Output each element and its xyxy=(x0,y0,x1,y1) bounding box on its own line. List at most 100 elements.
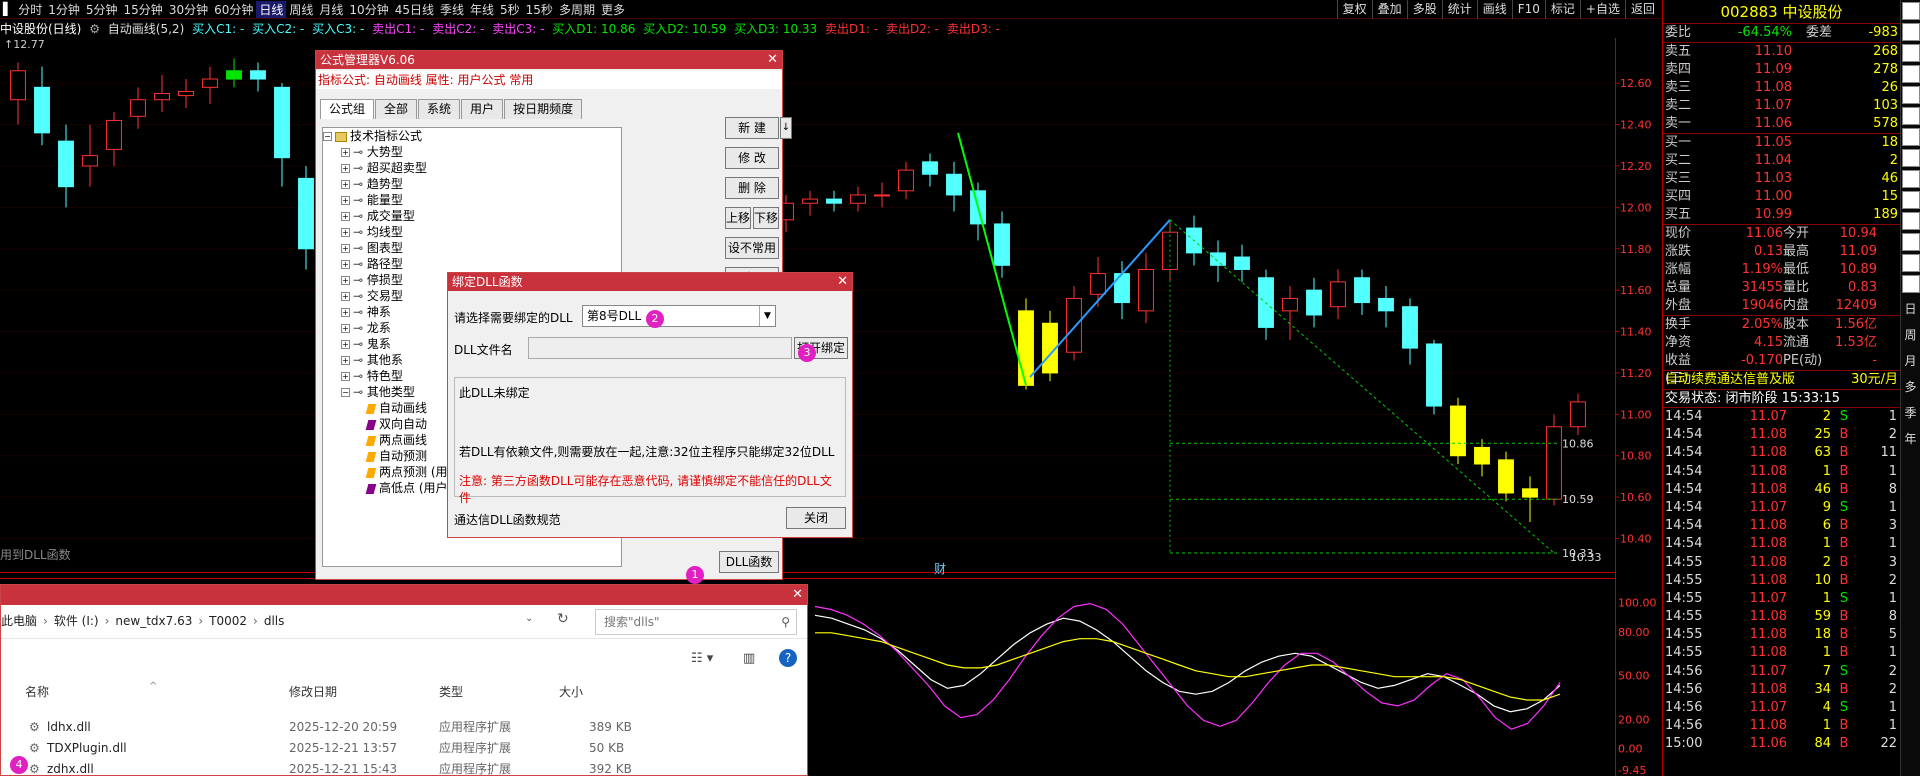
column-header[interactable]: 修改日期 xyxy=(289,683,337,700)
file-row[interactable]: ⚙ zdhx.dll 2025-12-21 15:43 应用程序扩展 392 KB xyxy=(1,759,809,776)
search-input[interactable]: 搜索"dlls" ⚲ xyxy=(595,609,797,635)
file-row[interactable]: ⚙ ldhx.dll 2025-12-20 20:59 应用程序扩展 389 KB xyxy=(1,717,809,738)
formula-tab[interactable]: 系统 xyxy=(418,99,461,119)
breadcrumb-item[interactable]: new_tdx7.63 xyxy=(115,614,192,628)
side-period[interactable]: 周 xyxy=(1901,322,1920,348)
tree-group[interactable]: + ⊸ 能量型 xyxy=(323,192,621,208)
tool-button[interactable]: 叠加 xyxy=(1371,0,1407,19)
side-period[interactable]: 季 xyxy=(1901,400,1920,426)
period-tab[interactable]: 1分钟 xyxy=(45,1,83,18)
period-tab[interactable]: 月线 xyxy=(316,1,346,18)
side-tool-icon[interactable] xyxy=(1902,191,1920,209)
breadcrumb-item[interactable]: dlls xyxy=(264,614,285,628)
period-tab[interactable]: 30分钟 xyxy=(166,1,211,18)
promo-text[interactable]: 自动续费通达信普及版 xyxy=(1665,371,1851,389)
finance-marker[interactable]: 财 xyxy=(934,560,946,577)
column-header[interactable]: 大小 xyxy=(559,683,583,700)
breadcrumb-item[interactable]: T0002 xyxy=(209,614,247,628)
period-tab[interactable]: 日线 xyxy=(256,0,287,18)
promo-row[interactable]: 自动续费通达信普及版 30元/月 xyxy=(1663,371,1900,389)
side-tool-icon[interactable] xyxy=(1902,86,1920,104)
close-icon[interactable]: ✕ xyxy=(837,273,848,291)
dropdown-arrow-button[interactable]: ↓ xyxy=(780,117,792,139)
period-tab[interactable]: 分时 xyxy=(15,1,45,18)
side-period[interactable]: 多 xyxy=(1901,374,1920,400)
period-tab[interactable]: 15秒 xyxy=(523,1,556,18)
side-tool-icon[interactable] xyxy=(1902,170,1920,188)
formula-button[interactable]: 设不常用 xyxy=(725,237,779,259)
settings-icon[interactable]: ⚙ xyxy=(89,22,100,36)
period-tab[interactable]: 60分钟 xyxy=(211,1,256,18)
dll-select[interactable]: 第8号DLL ▼ xyxy=(582,305,776,327)
formula-tab[interactable]: 公式组 xyxy=(320,99,375,119)
tree-root[interactable]: − 技术指标公式 xyxy=(323,128,621,144)
close-icon[interactable]: ✕ xyxy=(792,587,803,602)
tree-group[interactable]: + ⊸ 趋势型 xyxy=(323,176,621,192)
period-tab[interactable]: 多周期 xyxy=(556,1,598,18)
dll-file-input[interactable] xyxy=(528,337,792,359)
side-tool-icon[interactable] xyxy=(1902,23,1920,41)
formula-tab[interactable]: 按日期频度 xyxy=(504,99,583,119)
chevron-down-icon[interactable]: ⌄ xyxy=(525,613,533,624)
period-tab[interactable]: 更多 xyxy=(598,1,628,18)
side-tool-icon[interactable] xyxy=(1902,149,1920,167)
side-tool-icon[interactable] xyxy=(1902,107,1920,125)
close-button[interactable]: 关闭 xyxy=(786,507,846,529)
formula-tab[interactable]: 全部 xyxy=(375,99,418,119)
tool-button[interactable]: 返回 xyxy=(1624,0,1660,19)
period-tab[interactable]: 周线 xyxy=(286,1,316,18)
tool-button[interactable]: +自选 xyxy=(1579,0,1625,19)
side-tool-icon[interactable] xyxy=(1902,65,1920,83)
tool-button[interactable]: 画线 xyxy=(1476,0,1512,19)
tree-group[interactable]: + ⊸ 大势型 xyxy=(323,144,621,160)
side-tool-icon[interactable] xyxy=(1902,44,1920,62)
refresh-icon[interactable]: ↻ xyxy=(557,611,569,627)
period-tab[interactable]: 10分钟 xyxy=(346,1,391,18)
view-menu-icon[interactable]: ☷ ▾ xyxy=(691,651,713,666)
side-tool-icon[interactable] xyxy=(1902,128,1920,146)
side-period[interactable]: 月 xyxy=(1901,348,1920,374)
formula-button[interactable]: DLL函数 xyxy=(719,551,779,573)
breadcrumb-item[interactable]: 此电脑 xyxy=(1,614,37,628)
breadcrumb[interactable]: 此电脑 › 软件 (I:) › new_tdx7.63 › T0002 › dlls xyxy=(1,605,571,637)
period-tab[interactable]: 季线 xyxy=(437,1,467,18)
period-tab[interactable]: 年线 xyxy=(467,1,497,18)
chevron-down-icon[interactable]: ▼ xyxy=(759,306,775,326)
tool-button[interactable]: 标记 xyxy=(1544,0,1580,19)
breadcrumb-item[interactable]: 软件 (I:) xyxy=(54,614,99,628)
side-tool-icon[interactable] xyxy=(1902,212,1920,230)
tree-group[interactable]: + ⊸ 路径型 xyxy=(323,256,621,272)
tool-button[interactable]: 复权 xyxy=(1336,0,1372,19)
period-tab[interactable]: 5秒 xyxy=(497,1,523,18)
tree-group[interactable]: + ⊸ 成交量型 xyxy=(323,208,621,224)
help-icon[interactable]: ? xyxy=(779,649,797,667)
formula-button[interactable]: 修 改 xyxy=(725,147,779,169)
side-period[interactable]: 年 xyxy=(1901,426,1920,452)
tree-group[interactable]: + ⊸ 图表型 xyxy=(323,240,621,256)
tree-group[interactable]: + ⊸ 超买超卖型 xyxy=(323,160,621,176)
tool-button[interactable]: 多股 xyxy=(1406,0,1442,19)
period-tab[interactable]: 5分钟 xyxy=(83,1,121,18)
side-tool-icon[interactable] xyxy=(1902,233,1920,251)
side-tool-icon[interactable] xyxy=(1902,2,1920,20)
column-header[interactable]: 名称 xyxy=(25,683,49,700)
dll-spec-link[interactable]: 通达信DLL函数规范 xyxy=(454,511,561,528)
tool-button[interactable]: 统计 xyxy=(1441,0,1477,19)
formula-button[interactable]: 下移 xyxy=(753,207,779,229)
side-tool-icon[interactable] xyxy=(1902,254,1920,272)
tool-button[interactable]: F10 xyxy=(1511,0,1545,19)
side-tool-icon[interactable] xyxy=(1902,275,1920,293)
period-tab[interactable]: 45日线 xyxy=(392,1,437,18)
side-period[interactable]: 日 xyxy=(1901,296,1920,322)
formula-button[interactable]: 删 除 xyxy=(725,177,779,199)
formula-button[interactable]: 上移 xyxy=(725,207,751,229)
close-icon[interactable]: ✕ xyxy=(767,51,778,69)
formula-tab[interactable]: 用户 xyxy=(461,99,504,119)
tree-group[interactable]: + ⊸ 均线型 xyxy=(323,224,621,240)
column-header[interactable]: 类型 xyxy=(439,683,463,700)
file-row[interactable]: ⚙ TDXPlugin.dll 2025-12-21 13:57 应用程序扩展 50 K… xyxy=(1,738,809,759)
formula-button[interactable]: 新 建 xyxy=(725,117,779,139)
period-tab[interactable]: 15分钟 xyxy=(121,1,166,18)
formula-name[interactable]: 自动画线(5,2) xyxy=(108,22,184,36)
menu-icon[interactable]: ▌ xyxy=(0,2,15,16)
